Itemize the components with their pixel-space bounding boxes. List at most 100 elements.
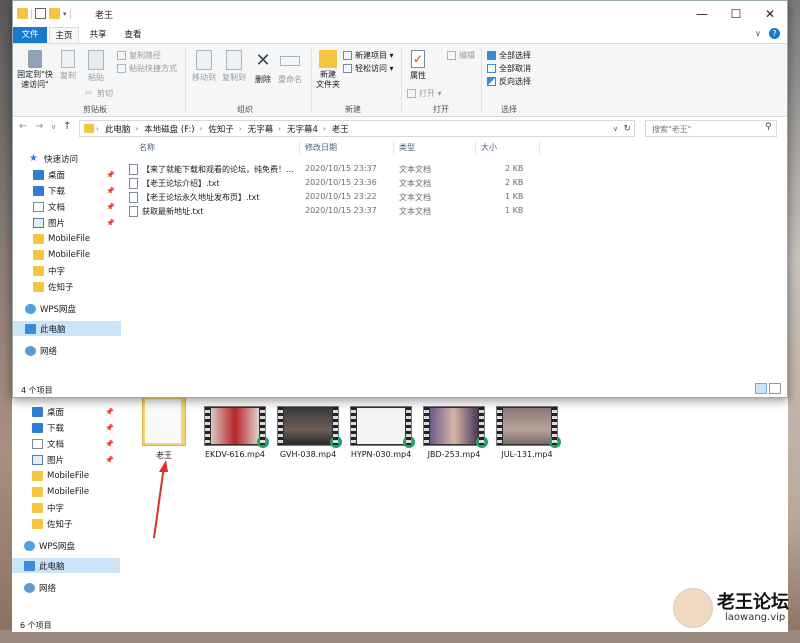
back-nav-mobilefile-1[interactable]: MobileFile [12, 468, 120, 483]
play-icon [403, 436, 415, 448]
nav-pictures[interactable]: 图片 📌 [13, 215, 121, 230]
column-header-name[interactable]: 名称 [139, 142, 155, 153]
file-name: 【来了就能下载和观看的论坛，纯免费！... [142, 164, 294, 174]
forward-arrow-icon[interactable]: → [35, 121, 43, 132]
breadcrumb-item[interactable]: 佐知子 [208, 123, 234, 135]
maximize-button[interactable]: ☐ [719, 1, 753, 27]
file-list: 名称 修改日期 类型 大小 【来了就能下载和观看的论坛，纯免费！... 2020… [125, 139, 785, 379]
back-nav-documents[interactable]: 文档 📌 [12, 436, 120, 451]
close-button[interactable]: ✕ [753, 1, 787, 27]
nav-zhongzi[interactable]: 中字 [13, 263, 121, 278]
cut-button[interactable]: ✂ 剪切 [85, 88, 113, 99]
back-nav-downloads[interactable]: 下载 📌 [12, 420, 120, 435]
help-icon[interactable]: ? [769, 28, 780, 39]
edit-button[interactable]: 编辑 [447, 50, 475, 61]
video-thumbnail[interactable] [423, 406, 488, 448]
new-folder-icon [319, 50, 337, 68]
nav-network[interactable]: 网络 [13, 343, 121, 358]
new-folder-button[interactable]: 新建 文件夹 [313, 50, 343, 90]
breadcrumb-item[interactable]: 本地磁盘 (F:) [144, 123, 194, 135]
copy-label: 复制 [60, 71, 76, 80]
nav-this-pc[interactable]: 此电脑 [13, 321, 121, 336]
back-nav-zuozhizi[interactable]: 佐知子 [12, 516, 120, 531]
folder-icon [33, 233, 44, 244]
back-nav-this-pc[interactable]: 此电脑 [12, 558, 120, 573]
video-thumbnail[interactable] [496, 406, 561, 448]
nav-wps[interactable]: WPS网盘 [13, 301, 121, 316]
nav-label: MobileFile [48, 233, 91, 244]
back-nav-pictures[interactable]: 图片 📌 [12, 452, 120, 467]
breadcrumb-item[interactable]: 老王 [332, 123, 349, 135]
tab-file[interactable]: 文件 [13, 27, 47, 43]
collapse-ribbon-icon[interactable]: ∨ [755, 29, 761, 38]
video-thumbnail[interactable] [277, 406, 342, 448]
tab-home[interactable]: 主页 [49, 27, 79, 43]
back-nav-mobilefile-2[interactable]: MobileFile [12, 484, 120, 499]
column-header-size[interactable]: 大小 [481, 142, 497, 153]
open-button[interactable]: 打开 ▾ [407, 88, 442, 99]
background-right [786, 0, 800, 643]
nav-documents[interactable]: 文档 📌 [13, 199, 121, 214]
new-group-label: 新建 [345, 105, 361, 114]
nav-zuozhizi[interactable]: 佐知子 [13, 279, 121, 294]
back-nav-zhongzi[interactable]: 中字 [12, 500, 120, 515]
organize-group-label: 组织 [237, 105, 253, 114]
back-arrow-icon[interactable]: ← [19, 121, 27, 132]
address-dropdown-icon[interactable]: ∨ [613, 125, 618, 133]
breadcrumb-item[interactable]: 无字幕4 [287, 123, 318, 135]
nav-label: 佐知子 [47, 519, 73, 530]
invert-selection-button[interactable]: 反向选择 [487, 76, 531, 87]
address-bar[interactable]: › 此电脑 › 本地磁盘 (F:) › 佐知子 › 无字幕 › 无字幕4 › 老… [79, 120, 635, 137]
back-folder-icon[interactable] [142, 396, 186, 446]
nav-mobilefile-2[interactable]: MobileFile [13, 247, 121, 262]
quick-access-toolbar: ▾ [17, 8, 71, 19]
copy-path-button[interactable]: 复制路径 [117, 50, 161, 61]
copy-button[interactable]: 复制 [55, 50, 81, 81]
new-folder-icon[interactable] [49, 8, 60, 19]
nav-label: 图片 [47, 455, 65, 466]
pin-icon: 📌 [106, 202, 115, 211]
paste-button[interactable]: 粘贴 [83, 50, 109, 83]
nav-desktop[interactable]: 桌面 📌 [13, 167, 121, 182]
search-icon[interactable]: ⚲ [765, 122, 772, 132]
nav-label: 佐知子 [48, 282, 74, 293]
pin-icon: 📌 [105, 423, 114, 432]
details-view-icon[interactable] [755, 383, 767, 394]
nav-quick-access[interactable]: ★ 快速访问 [13, 151, 121, 166]
tab-share[interactable]: 共享 [83, 27, 113, 43]
nav-label: 中字 [48, 266, 66, 277]
new-item-button[interactable]: 新建项目 ▾ [343, 50, 394, 61]
properties-icon[interactable] [35, 8, 46, 19]
tab-view[interactable]: 查看 [117, 27, 149, 43]
copy-to-button[interactable]: 复制到 [219, 50, 249, 83]
large-icons-view-icon[interactable] [769, 383, 781, 394]
back-nav-desktop[interactable]: 桌面 📌 [12, 404, 120, 419]
back-nav-network[interactable]: 网络 [12, 580, 120, 595]
rename-button[interactable]: 重命名 [275, 50, 305, 85]
video-thumbnail[interactable] [204, 406, 269, 448]
back-nav-wps[interactable]: WPS网盘 [12, 538, 120, 553]
minimize-button[interactable]: — [685, 1, 719, 27]
nav-downloads[interactable]: 下载 📌 [13, 183, 121, 198]
select-all-button[interactable]: 全部选择 [487, 50, 531, 61]
search-input[interactable]: 搜索"老王" [645, 120, 777, 137]
paste-shortcut-button[interactable]: 粘贴快捷方式 [117, 63, 177, 74]
select-none-button[interactable]: 全部取消 [487, 63, 531, 74]
customize-toolbar-icon[interactable]: ▾ [63, 10, 67, 18]
breadcrumb-item[interactable]: 此电脑 [105, 123, 131, 135]
delete-button[interactable]: ✕ 删除 [251, 50, 275, 85]
pin-quick-access-button[interactable]: 固定到"快 速访问" [15, 50, 55, 90]
video-thumbnail[interactable] [350, 406, 415, 448]
nav-mobilefile-1[interactable]: MobileFile [13, 231, 121, 246]
nav-label: MobileFile [47, 470, 90, 481]
recent-locations-icon[interactable]: ∨ [51, 123, 56, 131]
move-to-button[interactable]: 移动到 [189, 50, 219, 83]
column-header-type[interactable]: 类型 [399, 142, 415, 153]
refresh-icon[interactable]: ↻ [623, 124, 631, 134]
column-header-modified[interactable]: 修改日期 [305, 142, 337, 153]
properties-button[interactable]: ✓ 属性 [405, 50, 431, 81]
play-icon [476, 436, 488, 448]
breadcrumb-item[interactable]: 无字幕 [248, 123, 274, 135]
up-arrow-icon[interactable]: ↑ [63, 121, 71, 132]
easy-access-button[interactable]: 轻松访问 ▾ [343, 63, 394, 74]
